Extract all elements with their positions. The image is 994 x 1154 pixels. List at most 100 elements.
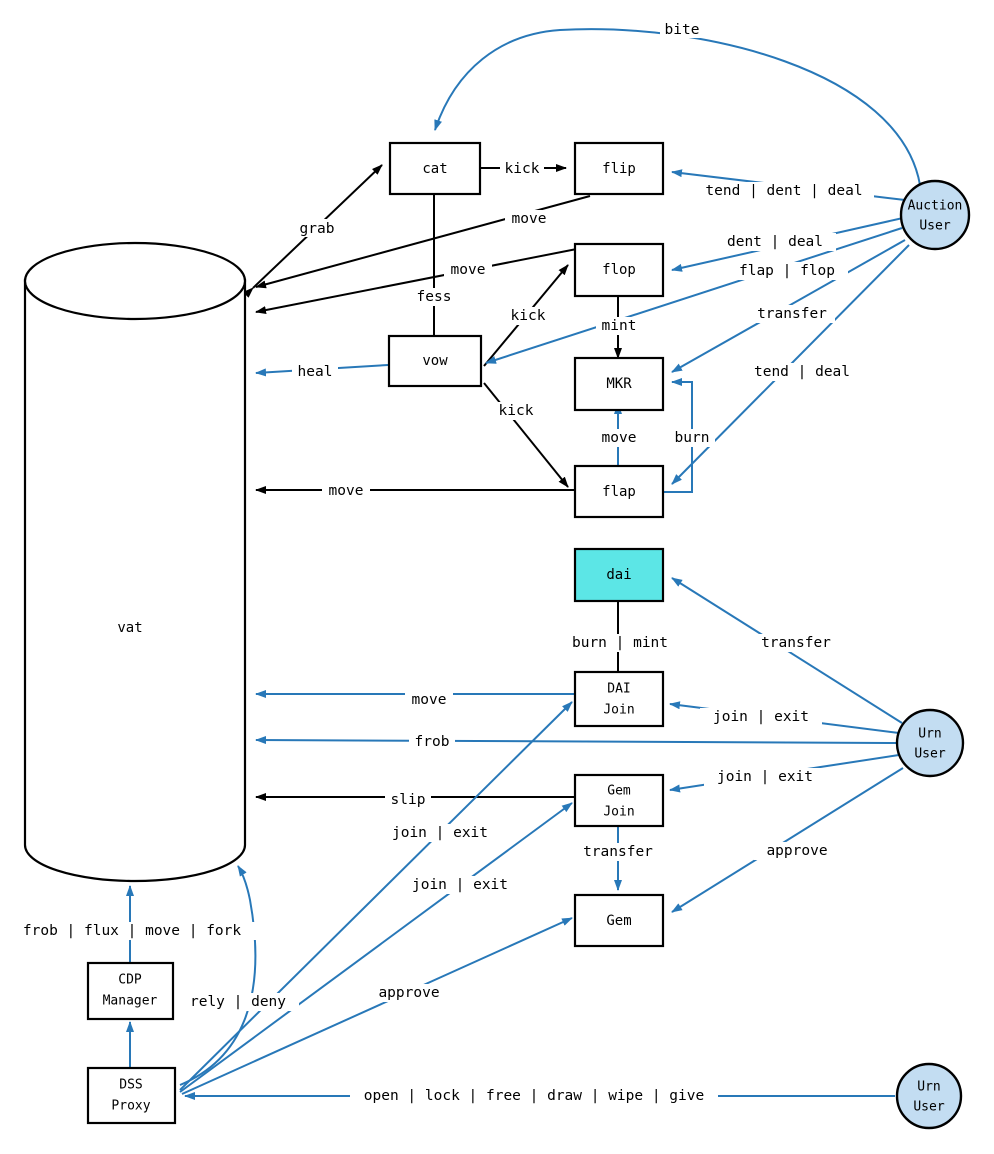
edge-label-open-lock-free-text: open | lock | free | draw | wipe | give [364,1088,704,1104]
edge-label-gemjoin-transfer: transfer [575,843,661,861]
node-gem-join-label-line2: Join [603,805,634,820]
edge-label-heal-text: heal [298,364,333,380]
edge-label-slip-text: slip [391,792,426,808]
edge-label-slip: slip [385,791,431,809]
actor-urn-user-primary-label-line1: Urn [918,727,941,742]
node-vow-label: vow [422,353,448,369]
edge-label-proxy-gem-approve-text: approve [378,985,439,1001]
actor-urn-user-primary[interactable]: Urn User [895,708,965,778]
actor-urn-user-proxy-label-line1: Urn [917,1080,940,1095]
edge-label-frob-text: frob [415,734,450,750]
node-gem[interactable]: Gem [573,893,665,948]
node-cdp-manager[interactable]: CDP Manager [86,961,175,1021]
edge-label-open-lock-free: open | lock | free | draw | wipe | give [350,1087,718,1105]
edge-label-daijoin-join-exit-text: join | exit [713,709,809,725]
edge-label-dai-burn-mint-text: burn | mint [572,635,668,651]
node-cdp-manager-label-line1: CDP [118,973,142,988]
node-dss-proxy-label-line2: Proxy [111,1099,150,1114]
edge-label-cdp-vat-text: frob | flux | move | fork [23,923,242,939]
edge-label-rely-deny-text: rely | deny [190,994,286,1010]
actor-urn-user-primary-label-line2: User [914,747,945,762]
edge-label-cdp-vat: frob | flux | move | fork [10,922,260,940]
node-mkr[interactable]: MKR [573,356,665,412]
edge-label-gem-approve-text: approve [766,843,827,859]
node-dai-label: dai [606,567,631,583]
edge-label-bite: bite [660,20,704,38]
edge-label-fess: fess [411,288,457,306]
edge-label-tend-dent-deal: tend | dent | deal [694,182,874,200]
node-flip[interactable]: flip [573,141,665,196]
actor-auction-user[interactable]: Auction User [899,179,971,251]
edge-label-proxy-gemjoin-text: join | exit [412,877,508,893]
edge-label-daijoin-join-exit: join | exit [700,708,822,726]
node-flop[interactable]: flop [573,242,665,298]
edge-label-daijoin-move: move [405,691,453,709]
edge-label-vow-kick-flap: kick [494,402,538,420]
edge-label-dent-deal: dent | deal [714,233,836,251]
actor-auction-user-label-line2: User [919,219,950,234]
edge-label-flop-mint: mint [596,317,642,335]
edge-label-gemjoin-transfer-text: transfer [583,844,653,860]
edge-label-vow-kick-flop-text: kick [511,308,546,324]
edge-label-burn: burn [669,429,715,447]
node-flap[interactable]: flap [573,464,665,519]
node-flip-label: flip [602,161,636,177]
edge-label-tend-deal: tend | deal [741,363,863,381]
edge-label-proxy-gem-approve: approve [366,984,452,1002]
node-cdp-manager-label-line2: Manager [103,994,158,1009]
edge-label-dent-deal-text: dent | deal [727,234,823,250]
node-dai-join[interactable]: DAI Join [573,670,665,728]
edge-label-vow-kick-flap-text: kick [499,403,534,419]
node-cat-label: cat [422,161,447,177]
edge-label-flap-vat-move: move [322,482,370,500]
edge-label-grab: grab [295,219,339,237]
edge-label-bite-text: bite [665,22,700,38]
node-gem-join[interactable]: Gem Join [573,773,665,828]
edge-label-flop-mint-text: mint [602,318,637,334]
actor-urn-user-proxy[interactable]: Urn User [895,1062,963,1130]
edge-label-cat-kick: kick [500,160,544,178]
node-dai-join-label-line1: DAI [607,682,630,697]
node-gem-join-label-line1: Gem [607,784,631,799]
edge-label-proxy-daijoin-text: join | exit [392,825,488,841]
edge-label-vow-kick-flop: kick [506,307,550,325]
edge-label-gemjoin-join-exit: join | exit [704,768,826,786]
edge-label-flap-move: move [595,429,643,447]
edge-label-flip-move: move [505,210,553,228]
node-cat[interactable]: cat [388,141,482,196]
edge-label-heal: heal [292,363,338,381]
edge-label-flap-vat-move-text: move [329,483,364,499]
node-vat-label: vat [117,620,142,636]
edge-label-daijoin-move-text: move [412,692,447,708]
node-dss-proxy-label-line1: DSS [119,1078,142,1093]
edge-label-gemjoin-join-exit-text: join | exit [717,769,813,785]
node-gem-label: Gem [606,913,631,929]
edge-label-dai-transfer: transfer [753,634,839,652]
edge-label-burn-text: burn [675,430,710,446]
node-vow[interactable]: vow [387,334,483,388]
edge-label-flop-move: move [444,261,492,279]
node-dai[interactable]: dai [573,547,665,603]
edge-label-flip-move-text: move [512,211,547,227]
node-vat[interactable]: vat [23,241,247,883]
edge-label-gem-approve: approve [754,842,840,860]
actor-urn-user-proxy-label-line2: User [913,1100,944,1115]
edge-label-rely-deny: rely | deny [177,993,299,1011]
node-mkr-label: MKR [606,376,632,392]
node-dss-proxy[interactable]: DSS Proxy [86,1066,177,1125]
actor-auction-user-label-line1: Auction [908,199,963,214]
edge-label-tend-dent-deal-text: tend | dent | deal [705,183,862,199]
node-flop-label: flop [602,262,636,278]
dss-architecture-diagram: vat cat flip flop vow MKR flap dai DAI J… [0,0,994,1154]
edge-label-proxy-gemjoin: join | exit [399,876,521,894]
node-flap-label: flap [602,484,636,500]
edge-label-grab-text: grab [300,221,335,237]
edge-label-mkr-transfer-text: transfer [757,306,827,322]
edge-label-flop-move-text: move [451,262,486,278]
edge-label-dai-transfer-text: transfer [761,635,831,651]
edge-label-fess-text: fess [417,289,452,305]
edge-label-cat-kick-text: kick [505,161,540,177]
edge-label-proxy-daijoin: join | exit [379,824,501,842]
edge-label-mkr-transfer: transfer [749,305,835,323]
edge-label-tend-deal-text: tend | deal [754,364,850,380]
